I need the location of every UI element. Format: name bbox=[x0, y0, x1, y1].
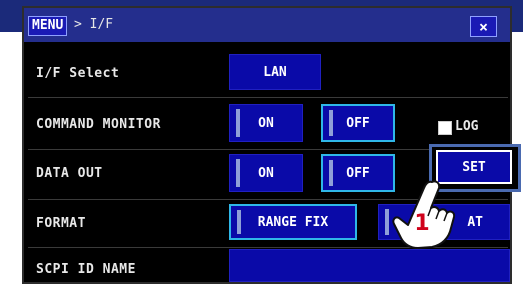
menu-button[interactable]: MENU bbox=[28, 16, 68, 36]
format-range-fix-button[interactable]: RANGE FIX bbox=[229, 204, 357, 240]
data-out-off-button[interactable]: OFF bbox=[321, 154, 395, 192]
data-out-on-label: ON bbox=[258, 165, 274, 181]
format-label: FORMAT bbox=[36, 216, 86, 231]
if-select-value: LAN bbox=[263, 64, 287, 80]
data-out-on-button[interactable]: ON bbox=[229, 154, 303, 192]
close-button[interactable]: × bbox=[470, 16, 497, 37]
log-label: LOG bbox=[455, 119, 479, 134]
scpi-id-name-label: SCPI ID NAME bbox=[36, 262, 136, 277]
data-out-label: DATA OUT bbox=[36, 166, 103, 181]
device-screen: MENU > I/F × I/F Select LAN COMMAND MONI… bbox=[0, 0, 523, 290]
command-monitor-off-label: OFF bbox=[346, 115, 370, 131]
scpi-id-name-value bbox=[230, 250, 509, 281]
breadcrumb: > I/F bbox=[74, 17, 114, 32]
command-monitor-off-button[interactable]: OFF bbox=[321, 104, 395, 142]
command-monitor-label: COMMAND MONITOR bbox=[36, 117, 161, 132]
scpi-id-name-field[interactable] bbox=[229, 249, 510, 282]
format-range-fix-label: RANGE FIX bbox=[257, 214, 329, 230]
if-select-label: I/F Select bbox=[36, 66, 120, 81]
row-divider bbox=[28, 97, 508, 98]
command-monitor-on-button[interactable]: ON bbox=[229, 104, 303, 142]
data-out-off-label: OFF bbox=[346, 165, 370, 181]
if-select-button[interactable]: LAN bbox=[229, 54, 321, 90]
pointing-hand-icon: 1 bbox=[392, 180, 456, 249]
log-checkbox[interactable] bbox=[438, 121, 452, 135]
menu-header: MENU > I/F × bbox=[24, 8, 510, 42]
command-monitor-on-label: ON bbox=[258, 115, 274, 131]
callout-number: 1 bbox=[414, 211, 429, 236]
